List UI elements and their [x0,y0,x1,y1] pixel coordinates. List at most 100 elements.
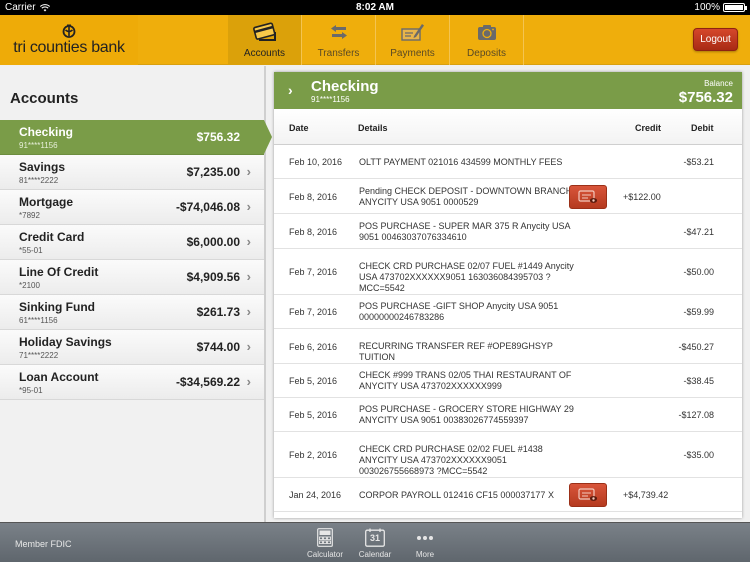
chevron-right-icon: › [246,304,251,319]
calculator-icon [317,528,333,547]
chevron-right-icon: › [246,374,251,389]
app-root: Carrier 8:02 AM 100% tri counties bank A… [0,0,750,562]
calculator-button[interactable]: Calculator [300,527,350,559]
account-item-mortgage[interactable]: Mortgage *7892 -$74,046.08 › [0,190,264,225]
transaction-date: Feb 5, 2016 [289,410,338,420]
account-number: 91****1156 [19,141,58,150]
footer-bar: Member FDIC Calculator 31 Calendar More [0,522,750,562]
accounts-sidebar: Accounts Checking 91****1156 $756.32 Sav… [0,66,272,522]
account-name: Savings [19,160,66,174]
account-name: Sinking Fund [19,300,95,314]
transaction-debit: -$127.08 [678,410,714,420]
tab-transfers-label: Transfers [317,48,360,59]
account-number: *7892 [19,211,40,220]
transfer-arrows-icon [330,25,347,39]
transaction-debit: -$38.45 [683,376,714,386]
account-name: Line Of Credit [19,265,99,279]
col-credit: Credit [635,123,662,133]
transaction-row[interactable]: Feb 8, 2016 POS PURCHASE - SUPER MAR 375 … [274,214,742,249]
logout-button[interactable]: Logout [693,28,738,51]
tab-transfers[interactable]: Transfers [302,15,376,65]
transaction-details: Pending CHECK DEPOSIT - DOWNTOWN BRANCH … [359,186,573,207]
transaction-credit: +$122.00 [623,191,661,202]
more-button[interactable]: More [400,527,450,559]
account-item-holiday-savings[interactable]: Holiday Savings 71****2222 $744.00 › [0,330,264,365]
battery-percent: 100% [694,2,720,13]
transaction-row[interactable]: Feb 2, 2016 CHECK CRD PURCHASE 02/02 FUEL… [274,432,742,478]
account-item-checking[interactable]: Checking 91****1156 $756.32 [0,120,272,155]
account-name: Credit Card [19,230,85,244]
view-check-image-button[interactable] [569,483,607,507]
calendar-button[interactable]: 31 Calendar [350,527,400,559]
transaction-date: Feb 6, 2016 [289,341,338,352]
col-details: Details [358,123,388,133]
transaction-row[interactable]: Jan 24, 2016 CORPOR PAYROLL 012416 CF15 0… [274,478,742,512]
battery-icon [723,3,747,12]
transaction-row[interactable]: Feb 5, 2016 CHECK #999 TRANS 02/05 THAI R… [274,364,742,398]
transaction-row[interactable]: Feb 5, 2016 POS PURCHASE - GROCERY STORE … [274,398,742,432]
account-number: 81****2222 [19,176,59,185]
tab-accounts-label: Accounts [243,48,286,59]
account-number: *95-01 [19,386,43,395]
account-balance: $744.00 [196,340,240,354]
transaction-row[interactable]: Feb 10, 2016 OLTT PAYMENT 021016 434599 M… [274,145,742,179]
account-balance: $261.73 [196,305,240,319]
calculator-label: Calculator [306,550,343,559]
view-check-image-button[interactable] [569,184,607,209]
tab-deposits-label: Deposits [467,48,506,59]
member-fdic-label: Member FDIC [15,539,72,549]
calendar-day: 31 [369,533,380,543]
chevron-right-icon: › [246,339,251,354]
chevron-right-icon: › [288,82,293,98]
account-item-savings[interactable]: Savings 81****2222 $7,235.00 › [0,155,264,190]
account-item-line-of-credit[interactable]: Line Of Credit *2100 $4,909.56 › [0,260,264,295]
transaction-row[interactable]: Feb 8, 2016 Pending CHECK DEPOSIT - DOWNT… [274,179,742,214]
transaction-details: POS PURCHASE -GIFT SHOP Anycity USA 9051… [359,301,559,322]
more-dots-icon [417,535,433,540]
account-name: Mortgage [19,195,73,209]
transaction-date: Feb 8, 2016 [289,191,338,202]
account-detail-header[interactable]: › Checking 91****1156 Balance $756.32 [274,72,742,109]
account-item-credit-card[interactable]: Credit Card *55-01 $6,000.00 › [0,225,264,260]
tab-deposits[interactable]: Deposits [450,15,524,65]
account-detail-number: 91****1156 [311,95,350,104]
tab-payments[interactable]: Payments [376,15,450,65]
tab-accounts[interactable]: Accounts [228,15,302,65]
transaction-row[interactable]: Feb 6, 2016 RECURRING TRANSFER REF #OPE89… [274,329,742,364]
account-item-sinking-fund[interactable]: Sinking Fund 61****1156 $261.73 › [0,295,264,330]
chevron-right-icon: › [246,234,251,249]
battery-indicator: 100% [694,2,747,13]
balance-label: Balance [704,79,733,88]
transaction-details: OLTT PAYMENT 021016 434599 MONTHLY FEES [359,157,563,167]
transaction-details: CORPOR PAYROLL 012416 CF15 000037177 X [359,490,554,500]
balance-value: $756.32 [678,89,733,106]
bank-logo: tri counties bank [0,15,138,65]
account-balance: $6,000.00 [186,235,240,249]
transaction-debit: -$47.21 [683,226,714,237]
transaction-date: Feb 7, 2016 [289,307,338,317]
sidebar-title: Accounts [10,90,79,107]
transaction-date: Feb 8, 2016 [289,226,338,237]
account-item-loan-account[interactable]: Loan Account *95-01 -$34,569.22 › [0,365,264,400]
transactions-list: Feb 10, 2016 OLTT PAYMENT 021016 434599 M… [274,145,742,518]
more-label: More [415,550,435,559]
status-bar: Carrier 8:02 AM 100% [0,0,750,15]
transaction-row[interactable]: Feb 7, 2016 POS PURCHASE -GIFT SHOP Anyci… [274,295,742,329]
transaction-details: CHECK CRD PURCHASE 02/07 FUEL #1449 Anyc… [359,261,574,293]
transaction-date: Feb 7, 2016 [289,267,338,277]
brand-name: tri counties bank [13,38,125,56]
col-debit: Debit [691,123,714,133]
wifi-icon [39,3,50,11]
tab-payments-label: Payments [390,48,435,59]
transaction-details: RECURRING TRANSFER REF #OPE89GHSYP TUITI… [359,341,553,362]
check-pen-icon [400,24,424,41]
carrier-label: Carrier [5,2,36,13]
pull-to-load-more[interactable]: Pull up to load more [274,512,742,518]
transaction-row[interactable]: Feb 7, 2016 CHECK CRD PURCHASE 02/07 FUEL… [274,249,742,295]
account-detail-panel: › Checking 91****1156 Balance $756.32 Da… [274,72,742,518]
account-detail-title: Checking [311,78,379,95]
account-list: Checking 91****1156 $756.32 Savings 81**… [0,120,272,400]
chevron-right-icon: › [246,269,251,284]
app-header: tri counties bank Accounts Transfers Pay… [0,15,750,65]
transaction-debit: -$53.21 [683,157,714,167]
